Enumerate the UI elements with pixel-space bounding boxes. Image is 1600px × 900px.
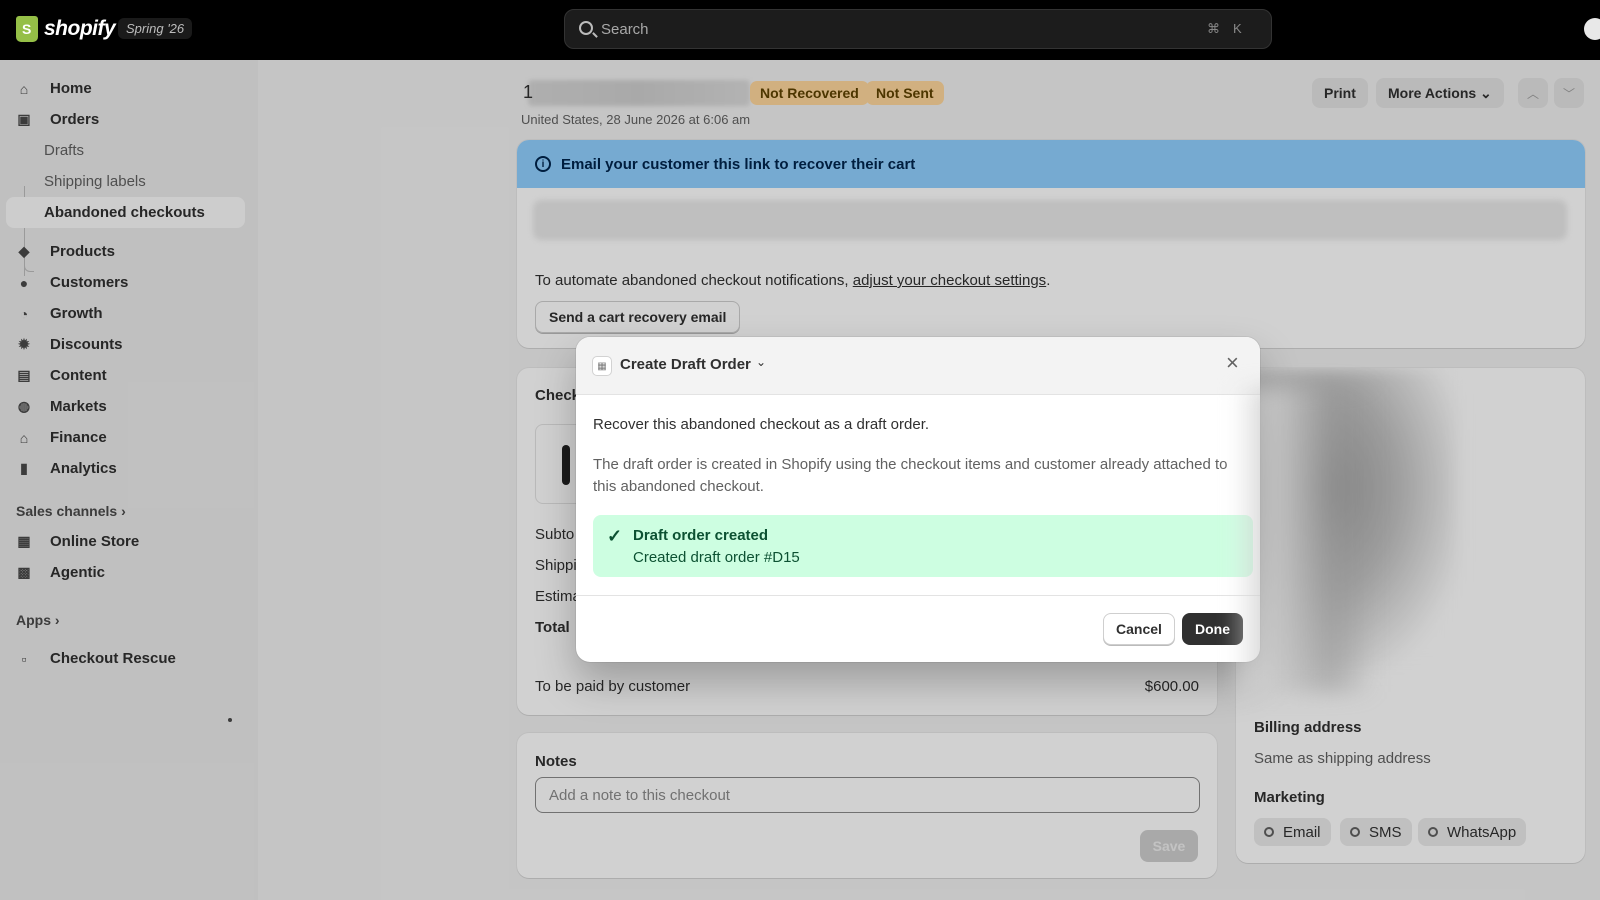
k-key-hint: K	[1233, 21, 1242, 36]
search-icon	[579, 21, 593, 35]
top-bar: shopify Spring '26 Search ⌘ K	[0, 0, 1600, 60]
command-key-hint: ⌘	[1207, 21, 1220, 36]
success-title: Draft order created	[633, 527, 769, 544]
search-placeholder: Search	[601, 21, 649, 38]
search-bar[interactable]: Search ⌘ K	[564, 9, 1272, 49]
cancel-button[interactable]: Cancel	[1103, 613, 1175, 645]
app-icon: ▦	[592, 356, 612, 376]
modal-footer: Cancel Done	[576, 595, 1260, 662]
modal-intro: Recover this abandoned checkout as a dra…	[593, 416, 930, 433]
shopify-bag-icon	[16, 16, 38, 42]
create-draft-order-modal: ▦ Create Draft Order ⌄ × Recover this ab…	[576, 337, 1260, 662]
modal-header: ▦ Create Draft Order ⌄ ×	[576, 337, 1260, 395]
success-message: Created draft order #D15	[633, 549, 800, 566]
success-banner: ✓ Draft order created Created draft orde…	[593, 515, 1253, 577]
redaction-overlay	[1234, 387, 1374, 692]
edition-badge: Spring '26	[118, 18, 193, 39]
shopify-logo[interactable]: shopify	[16, 16, 116, 42]
modal-description: The draft order is created in Shopify us…	[593, 456, 1228, 495]
store-avatar[interactable]	[1584, 18, 1600, 40]
close-icon[interactable]: ×	[1226, 352, 1239, 374]
chevron-down-icon[interactable]: ⌄	[756, 355, 766, 369]
modal-title[interactable]: Create Draft Order	[620, 356, 751, 373]
brand-name: shopify	[44, 17, 116, 40]
check-icon: ✓	[607, 526, 623, 546]
